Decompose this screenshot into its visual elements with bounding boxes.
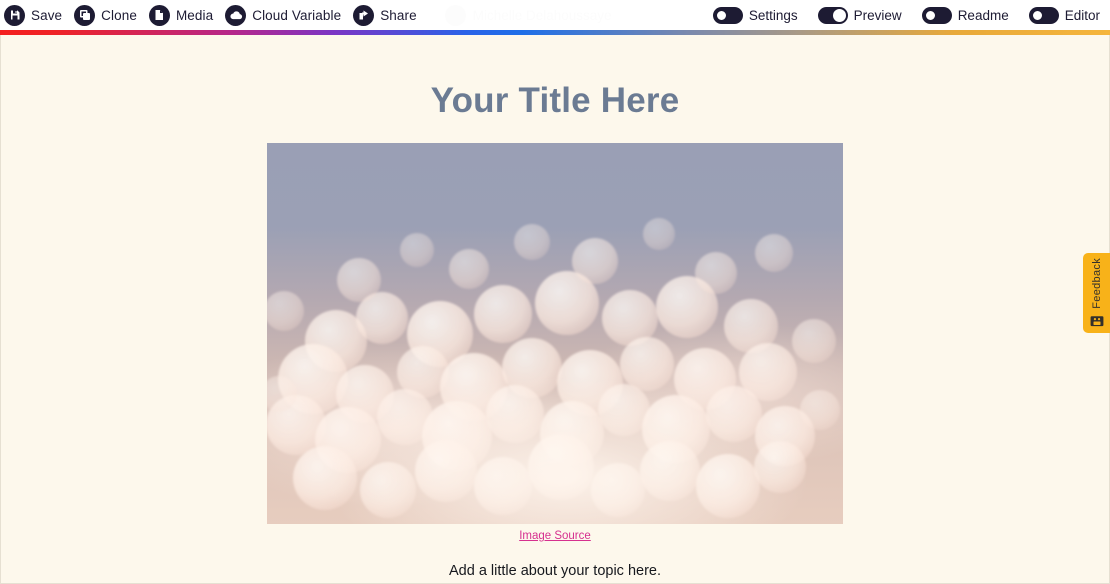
clone-icon — [74, 4, 96, 26]
feedback-smiley-icon — [1090, 315, 1104, 328]
media-label: Media — [175, 7, 214, 23]
cloud-variable-button[interactable]: Cloud Variable — [225, 4, 342, 26]
toggle-editor[interactable]: Editor — [1028, 6, 1100, 24]
readme-label: Readme — [957, 7, 1009, 23]
toolbar-toggles: Settings Preview Readme Editor — [693, 6, 1110, 24]
preview-toggle-switch[interactable] — [817, 6, 848, 24]
feedback-tab[interactable]: Feedback — [1083, 253, 1110, 333]
user-chip[interactable]: Michelle Delahoussaye — [444, 4, 612, 26]
save-label: Save — [31, 7, 63, 23]
preview-label: Preview — [853, 7, 902, 23]
settings-label: Settings — [748, 7, 798, 23]
avatar — [444, 4, 466, 26]
save-button[interactable]: Save — [4, 4, 63, 26]
readme-toggle-switch[interactable] — [921, 6, 952, 24]
user-name: Michelle Delahoussaye — [472, 7, 612, 23]
feedback-label: Feedback — [1090, 258, 1103, 309]
media-button[interactable]: Media — [148, 4, 214, 26]
share-button[interactable]: Share — [353, 4, 417, 26]
page-canvas: Your Title Here Image Source Add a littl… — [0, 35, 1110, 584]
hero-image-block: Image Source — [267, 143, 843, 542]
page-title: Your Title Here — [430, 81, 680, 120]
hero-image-glow — [267, 143, 843, 524]
cloud-icon — [225, 4, 247, 26]
top-toolbar: Save Clone Media Cloud Variable Share Mi… — [0, 0, 1110, 30]
settings-toggle-switch[interactable] — [712, 6, 743, 24]
share-label: Share — [380, 7, 417, 23]
image-source-link[interactable]: Image Source — [267, 530, 843, 542]
toggle-readme[interactable]: Readme — [921, 6, 1009, 24]
body-text: Add a little about your topic here. — [449, 563, 661, 579]
clone-button[interactable]: Clone — [74, 4, 137, 26]
save-icon — [4, 4, 25, 26]
toolbar-actions: Save Clone Media Cloud Variable Share Mi… — [0, 4, 612, 26]
clone-label: Clone — [101, 7, 137, 23]
editor-toggle-switch[interactable] — [1028, 6, 1059, 24]
hero-image — [267, 143, 843, 524]
toggle-preview[interactable]: Preview — [817, 6, 902, 24]
editor-label: Editor — [1064, 7, 1100, 23]
cloud-variable-label: Cloud Variable — [252, 7, 342, 23]
toggle-settings[interactable]: Settings — [712, 6, 798, 24]
file-icon — [148, 4, 170, 26]
share-icon — [353, 4, 375, 26]
